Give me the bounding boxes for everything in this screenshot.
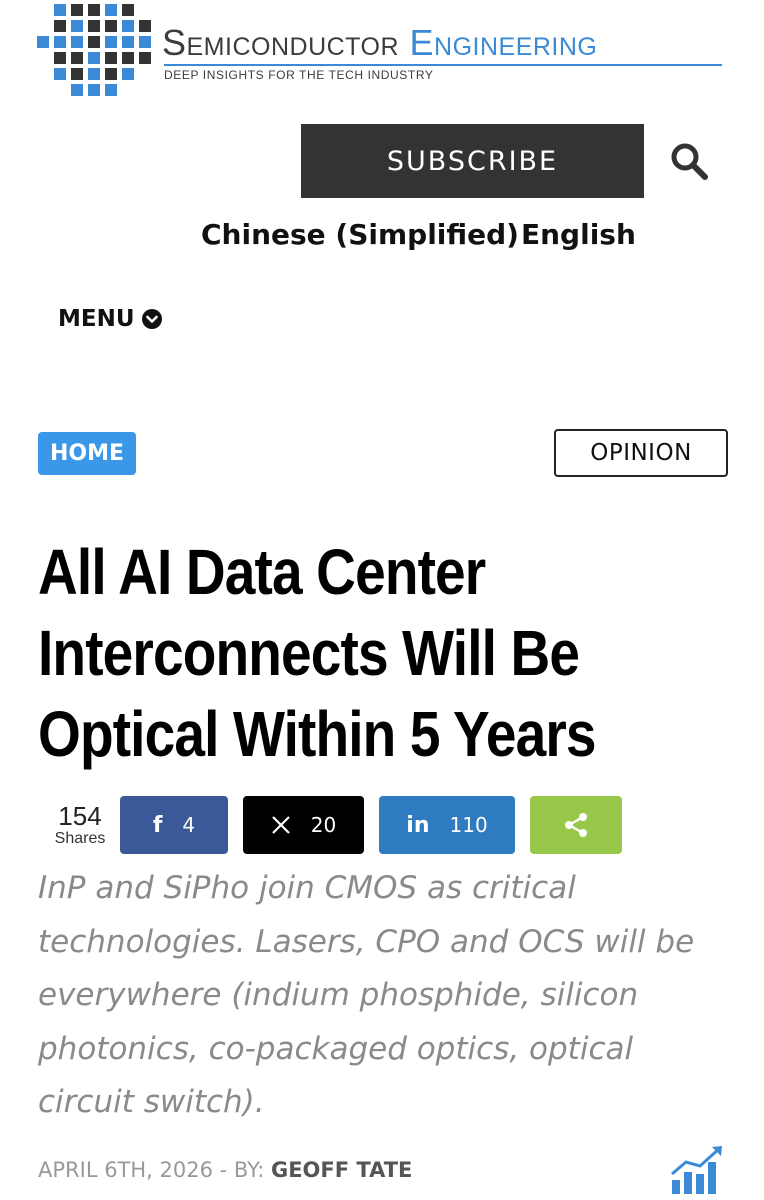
logo-tile bbox=[105, 68, 117, 80]
linkedin-share-button[interactable]: in 110 bbox=[379, 796, 515, 854]
logo-tile bbox=[71, 52, 83, 64]
logo-tile bbox=[88, 20, 100, 32]
share-total-count: 154 bbox=[58, 801, 102, 831]
logo-tile bbox=[105, 84, 117, 96]
logo-tile bbox=[122, 36, 134, 48]
logo-tile bbox=[122, 68, 134, 80]
logo-tile bbox=[54, 20, 66, 32]
logo-tile bbox=[54, 36, 66, 48]
logo-tile bbox=[71, 4, 83, 16]
logo-tile bbox=[88, 68, 100, 80]
home-badge-link[interactable]: HOME bbox=[38, 432, 136, 475]
logo-tile bbox=[88, 84, 100, 96]
article-title: All AI Data Center Interconnects Will Be… bbox=[38, 536, 597, 770]
logo-tile bbox=[139, 36, 151, 48]
linkedin-icon: in bbox=[406, 812, 430, 838]
language-english-link[interactable]: English bbox=[521, 218, 636, 251]
logo-tile bbox=[122, 4, 134, 16]
logo-tile bbox=[88, 4, 100, 16]
share-total-label: Shares bbox=[54, 830, 106, 847]
x-share-button[interactable]: 20 bbox=[243, 796, 364, 854]
brand-underline bbox=[164, 64, 722, 66]
logo-tile bbox=[71, 68, 83, 80]
facebook-icon: f bbox=[152, 812, 163, 838]
article-date: APRIL 6TH, 2026 bbox=[38, 1158, 213, 1182]
search-icon[interactable] bbox=[668, 140, 710, 182]
brand-word-2: Engineering bbox=[409, 22, 598, 63]
byline-prefix: - BY: bbox=[219, 1158, 265, 1182]
brand-logo-mark[interactable] bbox=[37, 0, 151, 104]
logo-tile bbox=[71, 36, 83, 48]
menu-toggle[interactable]: MENU bbox=[58, 306, 163, 332]
logo-tile bbox=[105, 4, 117, 16]
logo-tile bbox=[54, 4, 66, 16]
logo-tile bbox=[105, 52, 117, 64]
logo-tile bbox=[37, 36, 49, 48]
category-badge-opinion[interactable]: OPINION bbox=[554, 429, 728, 477]
logo-tile bbox=[139, 52, 151, 64]
share-icon bbox=[565, 813, 587, 837]
linkedin-share-count: 110 bbox=[449, 813, 488, 837]
language-chinese-simplified-link[interactable]: Chinese (Simplified) bbox=[201, 218, 519, 251]
logo-tile bbox=[71, 84, 83, 96]
x-icon bbox=[271, 816, 290, 834]
menu-label: MENU bbox=[58, 306, 135, 332]
facebook-share-count: 4 bbox=[182, 813, 196, 837]
trending-chart-icon[interactable] bbox=[668, 1144, 726, 1194]
logo-tile bbox=[88, 36, 100, 48]
article-byline: APRIL 6TH, 2026 - BY: GEOFF TATE bbox=[38, 1158, 412, 1182]
article-dek: InP and SiPho join CMOS as critical tech… bbox=[38, 870, 695, 1120]
share-total: 154 Shares bbox=[40, 802, 120, 848]
generic-share-button[interactable] bbox=[530, 796, 622, 854]
brand-word-1: Semiconductor bbox=[162, 22, 399, 63]
brand-tagline: DEEP INSIGHTS FOR THE TECH INDUSTRY bbox=[164, 68, 434, 82]
x-share-count: 20 bbox=[310, 813, 337, 837]
facebook-share-button[interactable]: f 4 bbox=[120, 796, 228, 854]
logo-tile bbox=[139, 20, 151, 32]
logo-tile bbox=[88, 52, 100, 64]
logo-tile bbox=[54, 68, 66, 80]
brand-wordmark[interactable]: Semiconductor Engineering bbox=[162, 22, 597, 64]
author-link[interactable]: GEOFF TATE bbox=[271, 1158, 412, 1182]
logo-tile bbox=[54, 52, 66, 64]
logo-tile bbox=[122, 52, 134, 64]
logo-tile bbox=[105, 36, 117, 48]
subscribe-button[interactable]: SUBSCRIBE bbox=[301, 124, 644, 198]
logo-tile bbox=[122, 20, 134, 32]
logo-tile bbox=[71, 20, 83, 32]
chevron-down-circle-icon bbox=[141, 309, 162, 329]
logo-tile bbox=[105, 20, 117, 32]
